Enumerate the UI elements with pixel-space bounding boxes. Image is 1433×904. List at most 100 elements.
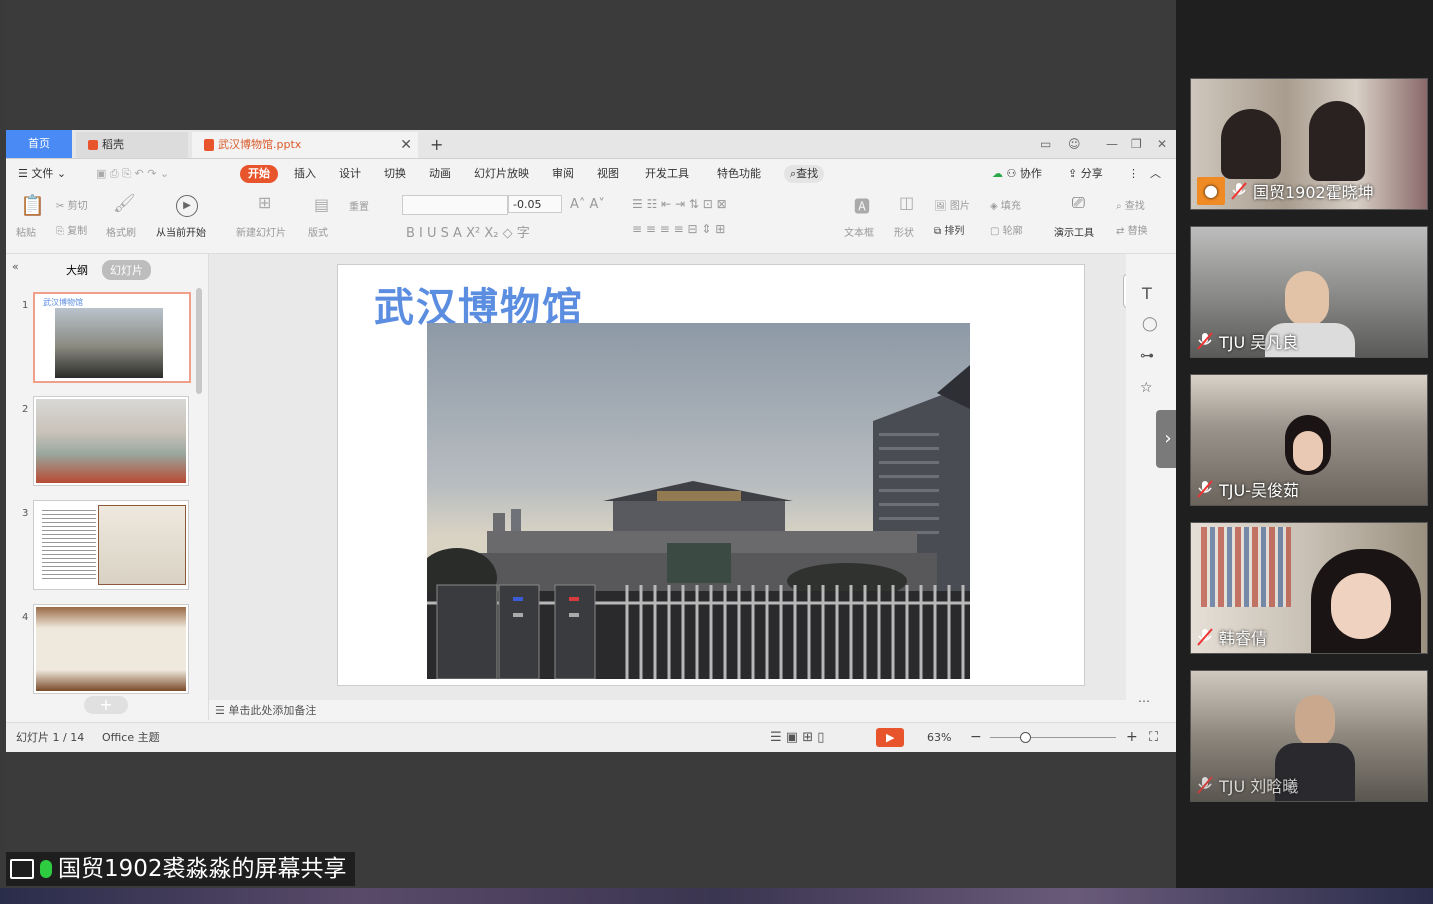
ribbon-toolbar: 📋 粘贴 ✂ 剪切 ⎘ 复制 🖌 格式刷 ▶ 从当前开始 ⊞ 新建幻灯片 ▤ 版…	[6, 189, 1176, 254]
menu-home[interactable]: 开始	[240, 165, 278, 183]
menu-transition[interactable]: 切换	[384, 165, 406, 183]
more-options-icon[interactable]: ⋯	[1138, 694, 1150, 708]
menu-view[interactable]: 视图	[597, 165, 619, 183]
collab-button[interactable]: ☁ ⚇ 协作	[992, 165, 1042, 183]
participant-tile[interactable]: 韩睿倩	[1190, 522, 1428, 654]
zoom-in-icon[interactable]: +	[1126, 723, 1138, 752]
participant-video-panel: ● 国贸1902霍晓坤 TJU 吴凡良 TJU-吴俊茹 韩睿倩 TJU 刘晗曦	[1176, 0, 1433, 888]
slide-thumbnail-2[interactable]	[33, 396, 189, 486]
text-tool-icon[interactable]: T	[1142, 284, 1152, 303]
fit-window-icon[interactable]: ⛶	[1149, 723, 1158, 752]
notes-area[interactable]: ☰ 单击此处添加备注	[209, 700, 1126, 722]
zoom-level[interactable]: 63%	[927, 723, 951, 752]
slide-thumbnail-1[interactable]: 武汉博物馆	[33, 292, 191, 383]
restore-icon[interactable]: ❐	[1131, 130, 1142, 158]
fill-button[interactable]: ◈ 填充	[990, 197, 1021, 212]
menu-insert[interactable]: 插入	[294, 165, 316, 183]
copy-label: 复制	[67, 226, 88, 237]
font-grow-shrink-icons[interactable]: A˄ A˅	[570, 197, 605, 212]
zoom-out-icon[interactable]: −	[970, 723, 982, 752]
menu-slideshow[interactable]: 幻灯片放映	[474, 165, 529, 183]
present-tools-icon[interactable]: ⎚	[1072, 193, 1085, 213]
museum-photo[interactable]	[427, 323, 970, 679]
find-button[interactable]: ⌕ 查找	[1116, 197, 1145, 212]
menu-animation[interactable]: 动画	[429, 165, 451, 183]
minimize-icon[interactable]: —	[1106, 130, 1118, 158]
participant-tile[interactable]: TJU 吴凡良	[1190, 226, 1428, 358]
screen-share-icon	[10, 859, 34, 879]
zoom-slider-handle[interactable]	[1020, 732, 1031, 743]
menu-file[interactable]: ☰ 文件 ⌄	[18, 165, 66, 183]
menu-bar: ☰ 文件 ⌄ ▣ ⎙ ⎘ ↶ ↷ ⌄ 开始 插入 设计 切换 动画 幻灯片放映 …	[6, 159, 1176, 189]
arrange-icon: ⧉	[934, 226, 942, 237]
play-icon[interactable]: ▶	[176, 195, 198, 217]
view-mode-icons[interactable]: ☰ ▣ ⊞ ▯	[770, 723, 824, 752]
avatar[interactable]: ☺	[1068, 130, 1081, 158]
new-slide-button[interactable]: 新建幻灯片	[236, 224, 286, 239]
tab-outline[interactable]: 大纲	[66, 262, 88, 278]
tab-slides[interactable]: 幻灯片	[102, 260, 151, 280]
collapse-panel-icon[interactable]: «	[12, 260, 19, 273]
menu-special[interactable]: 特色功能	[717, 165, 761, 183]
arrange-button[interactable]: ⧉ 排列	[934, 222, 964, 237]
menu-design[interactable]: 设计	[339, 165, 361, 183]
textbox-button[interactable]: 文本框	[844, 224, 874, 239]
replace-button[interactable]: ⇄ 替换	[1116, 222, 1148, 237]
shape-icon[interactable]: ◫	[899, 193, 914, 212]
close-tab-icon[interactable]: ✕	[400, 132, 412, 158]
participant-tile[interactable]: TJU-吴俊茹	[1190, 374, 1428, 506]
text-style-icons[interactable]: B I U S A X² X₂ ◇ 字	[406, 222, 530, 241]
menu-file-label: 文件	[31, 167, 54, 180]
status-bar: 幻灯片 1 / 14 Office 主题 ☰ ▣ ⊞ ▯ ▶ 63% − + ⛶	[6, 722, 1176, 752]
font-size-input[interactable]: -0.05	[508, 195, 562, 213]
participant-tile[interactable]: TJU 刘晗曦	[1190, 670, 1428, 802]
close-window-icon[interactable]: ✕	[1157, 130, 1167, 158]
cut-button[interactable]: ✂ 剪切	[56, 197, 88, 212]
layout-icon[interactable]: ▤	[314, 195, 329, 214]
new-tab-button[interactable]: +	[430, 132, 450, 158]
scissors-icon: ✂	[56, 201, 65, 212]
zoom-slider[interactable]	[990, 737, 1116, 738]
lightbulb-icon[interactable]: ◯	[1142, 316, 1158, 332]
wps-presentation-window: 首页 稻壳 武汉博物馆.pptx ✕ + ▭ ☺ — ❐ ✕ ☰ 文件 ⌄ ▣ …	[6, 130, 1180, 752]
menu-developer[interactable]: 开发工具	[645, 165, 689, 183]
play-from-current-button[interactable]: 从当前开始	[156, 224, 206, 239]
present-tools-button[interactable]: 演示工具	[1054, 224, 1094, 239]
shape-button[interactable]: 形状	[894, 224, 914, 239]
menu-review[interactable]: 审阅	[552, 165, 574, 183]
settings-sliders-icon[interactable]: ⊶	[1140, 348, 1154, 364]
format-painter-icon[interactable]: 🖌	[113, 193, 136, 214]
font-name-input[interactable]	[402, 195, 508, 215]
textbox-icon[interactable]: 🅰	[854, 193, 870, 217]
format-painter-button[interactable]: 格式刷	[106, 224, 136, 239]
outline-button[interactable]: ▢ 轮廓	[990, 222, 1023, 237]
muted-mic-icon	[1197, 776, 1213, 794]
new-slide-icon[interactable]: ⊞	[258, 193, 271, 212]
paste-icon[interactable]: 📋	[20, 193, 45, 217]
slideshow-play-button[interactable]: ▶	[876, 728, 904, 747]
tab-daoke[interactable]: 稻壳	[76, 132, 188, 158]
menu-search[interactable]: ⌕查找	[784, 165, 825, 183]
current-slide[interactable]: 武汉博物馆	[337, 264, 1085, 686]
quick-access-icons[interactable]: ▣ ⎙ ⎘ ↶ ↷ ⌄	[96, 165, 169, 183]
list-icons[interactable]: ☰ ☷ ⇤ ⇥ ⇅ ⊡ ⊠	[632, 197, 727, 211]
share-button[interactable]: ⇪ 分享	[1068, 165, 1103, 183]
slide-thumbnail-3[interactable]	[33, 500, 189, 590]
layout-icon[interactable]: ▭	[1040, 130, 1051, 158]
collapse-ribbon-icon[interactable]: ︿	[1150, 165, 1161, 183]
participant-name: 国贸1902霍晓坤	[1253, 183, 1374, 202]
layout-button[interactable]: 版式	[308, 224, 328, 239]
participant-tile[interactable]: ● 国贸1902霍晓坤	[1190, 78, 1428, 210]
tab-home[interactable]: 首页	[6, 130, 72, 158]
slide-thumbnail-4[interactable]	[33, 604, 189, 694]
paste-button[interactable]: 粘贴	[16, 224, 36, 239]
more-icon[interactable]: ⋮	[1128, 165, 1139, 183]
reset-button[interactable]: 重置	[349, 198, 369, 213]
copy-button[interactable]: ⎘ 复制	[56, 222, 87, 237]
picture-button[interactable]: 🖼 图片	[934, 197, 970, 212]
tab-document[interactable]: 武汉博物馆.pptx ✕	[192, 132, 418, 158]
star-icon[interactable]: ☆	[1140, 380, 1153, 396]
align-icons[interactable]: ≡ ≡ ≡ ≡ ⊟ ⇕ ⊞	[632, 222, 725, 236]
add-slide-button[interactable]: +	[84, 696, 128, 714]
panel-scrollbar[interactable]	[196, 288, 202, 394]
